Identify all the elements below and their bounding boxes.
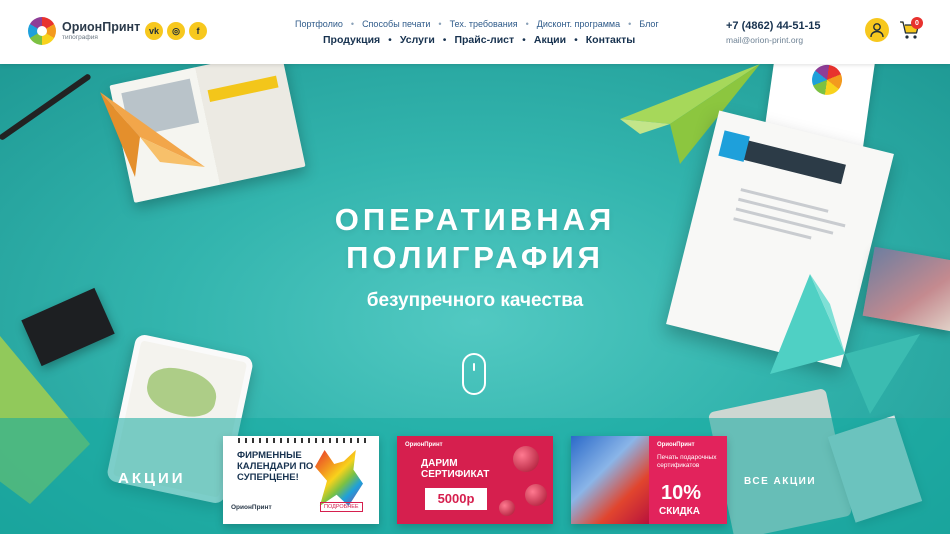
- promo-card-calendars[interactable]: ФИРМЕННЫЕ КАЛЕНДАРИ ПО СУПЕРЦЕНЕ! ОрионП…: [223, 436, 379, 524]
- cart-count-badge: 0: [911, 17, 923, 29]
- promo-card-title-line1: ДАРИМ: [421, 458, 458, 469]
- all-promotions-link[interactable]: ВСЕ АКЦИИ: [744, 476, 816, 487]
- dog-illustration: [315, 450, 363, 506]
- facebook-icon[interactable]: f: [189, 22, 207, 40]
- nav-separator: •: [350, 19, 355, 29]
- logo-icon: [28, 17, 56, 45]
- nav-separator: •: [522, 34, 526, 46]
- scroll-down-icon[interactable]: [462, 353, 486, 395]
- promo-card-logo: ОрионПринт: [657, 442, 695, 448]
- nav-separator: •: [525, 19, 529, 29]
- hero-title-line2: ПОЛИГРАФИЯ: [346, 240, 604, 275]
- promo-card-discount-label: СКИДКА: [659, 506, 700, 517]
- logo[interactable]: ОрионПринт типография: [28, 17, 140, 45]
- nav-link-services[interactable]: Услуги: [400, 34, 435, 46]
- nav-link-portfolio[interactable]: Портфолио: [295, 19, 343, 29]
- nav-link-price-list[interactable]: Прайс-лист: [454, 34, 514, 46]
- promo-card-discount[interactable]: ОрионПринт Печать подарочных сертификато…: [571, 436, 727, 524]
- instagram-icon[interactable]: ◎: [167, 22, 185, 40]
- main-nav: Продукция • Услуги • Прайс-лист • Акции …: [323, 34, 635, 46]
- nav-link-print-methods[interactable]: Способы печати: [362, 19, 430, 29]
- logo-name: ОрионПринт: [62, 19, 141, 34]
- site-header: ОрионПринт типография vk ◎ f Портфолио •…: [0, 0, 950, 64]
- promo-card-price: 5000р: [425, 488, 487, 510]
- phone-number[interactable]: +7 (4862) 44-51-15: [726, 20, 820, 32]
- promo-card-title: ДАРИМ СЕРТИФИКАТ: [421, 458, 489, 480]
- logo-text: ОрионПринт типография: [62, 19, 141, 42]
- promo-card-title: ФИРМЕННЫЕ КАЛЕНДАРИ ПО СУПЕРЦЕНЕ!: [237, 450, 314, 483]
- nav-link-products[interactable]: Продукция: [323, 34, 380, 46]
- user-icon: [870, 23, 884, 38]
- ornament-ball: [499, 500, 515, 516]
- hero-subtitle: безупречного качества: [366, 290, 584, 311]
- social-links: vk ◎ f: [145, 22, 207, 40]
- logo-subtitle: типография: [62, 34, 98, 41]
- promo-card-photo: [571, 436, 649, 524]
- nav-link-contacts[interactable]: Контакты: [586, 34, 636, 46]
- nav-separator: •: [442, 34, 447, 46]
- vk-icon[interactable]: vk: [145, 22, 163, 40]
- pen-image: [0, 72, 92, 142]
- ornament-ball: [525, 484, 547, 506]
- user-account-button[interactable]: [865, 18, 889, 42]
- paper-plane-image: [100, 92, 205, 177]
- promo-card-certificate[interactable]: ОрионПринт ДАРИМ СЕРТИФИКАТ 5000р: [397, 436, 553, 524]
- promotions-strip: АКЦИИ ФИРМЕННЫЕ КАЛЕНДАРИ ПО СУПЕРЦЕНЕ! …: [0, 418, 950, 534]
- promo-card-logo: ОрионПринт: [405, 442, 443, 448]
- nav-link-blog[interactable]: Блог: [639, 19, 658, 29]
- promo-card-percent: 10%: [661, 482, 702, 504]
- calendar-rings: [238, 438, 368, 443]
- nav-link-discount-program[interactable]: Дисконт. программа: [537, 19, 620, 29]
- secondary-nav: Портфолио • Способы печати • Тех. требов…: [295, 19, 659, 29]
- nav-separator: •: [388, 34, 392, 46]
- email-link[interactable]: mail@orion-print.org: [726, 35, 803, 45]
- ornament-ball: [513, 446, 539, 472]
- promo-card-logo: ОрионПринт: [231, 504, 272, 511]
- hero-title-line1: ОПЕРАТИВНАЯ: [334, 202, 616, 237]
- nav-separator: •: [628, 19, 632, 29]
- promo-card-more-button[interactable]: ПОДРОБНЕЕ: [320, 502, 363, 512]
- nav-link-tech-requirements[interactable]: Тех. требования: [450, 19, 518, 29]
- promo-card-title-line2: СЕРТИФИКАТ: [421, 469, 490, 480]
- promo-card-text: Печать подарочных сертификатов: [657, 454, 717, 469]
- nav-separator: •: [574, 34, 578, 46]
- nav-link-promotions[interactable]: Акции: [534, 34, 566, 46]
- promotions-label: АКЦИИ: [118, 470, 186, 487]
- nav-separator: •: [438, 19, 442, 29]
